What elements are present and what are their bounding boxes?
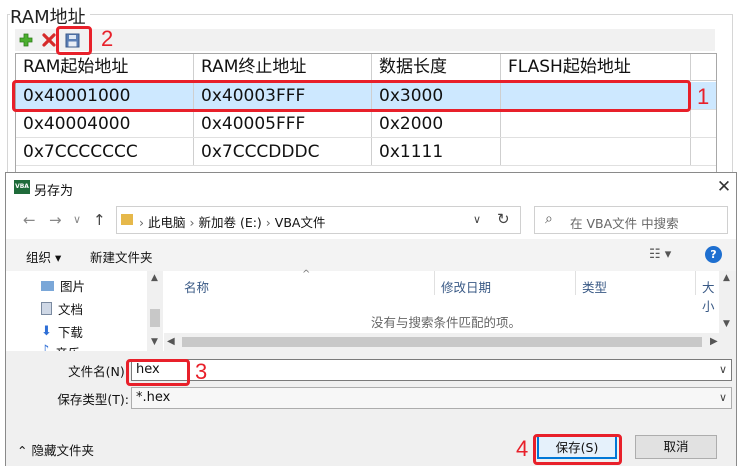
cell-length[interactable]: 0x2000 — [372, 110, 501, 137]
file-list-horizontal-scrollbar[interactable]: ◀ ▶ — [164, 333, 736, 351]
search-icon: ⌕ — [545, 211, 553, 227]
cancel-button[interactable]: 取消 — [635, 435, 717, 459]
navigation-bar: ← → ∨ ↑ › 此电脑 › 新加卷 (E:) › VBA文件 ∨ ↻ ⌕ 在… — [6, 203, 736, 237]
recent-chevron-icon[interactable]: ∨ — [73, 213, 81, 226]
annotation-number-4: 4 — [516, 436, 529, 461]
breadcrumb-item[interactable]: 新加卷 (E:) — [198, 215, 261, 230]
cell-flash-start[interactable] — [501, 110, 691, 137]
tree-item-documents[interactable]: 文档 — [41, 299, 83, 318]
filetype-dropdown-icon[interactable]: ∨ — [719, 391, 727, 404]
column-header-modified[interactable]: 修改日期 — [441, 277, 491, 296]
annotation-number-1: 1 — [697, 84, 710, 109]
annotation-box-1 — [12, 80, 691, 112]
sort-indicator-icon: ^ — [302, 269, 311, 280]
command-bar: 组织 ▾ 新建文件夹 ☷ ▾ ? — [6, 239, 736, 271]
address-dropdown-icon[interactable]: ∨ — [473, 213, 481, 226]
column-header-name[interactable]: 名称 — [184, 277, 209, 296]
filetype-select[interactable]: *.hex ∨ — [131, 387, 732, 409]
refresh-icon[interactable]: ↻ — [497, 210, 510, 228]
back-arrow-icon[interactable]: ← — [23, 211, 36, 229]
annotation-box-2 — [56, 26, 92, 55]
tree-item-pictures[interactable]: 图片 — [41, 276, 85, 295]
table-row[interactable]: 0x40004000 0x40005FFF 0x2000 — [16, 110, 716, 138]
cell-ram-start[interactable]: 0x7CCCCCCC — [16, 138, 194, 165]
column-header-size[interactable]: 大小 — [702, 277, 718, 315]
organize-menu[interactable]: 组织 ▾ — [26, 247, 61, 266]
annotation-number-2: 2 — [101, 26, 114, 51]
navigation-pane: 图片 文档 ⬇ 下载 ♪ 音乐 — [6, 271, 164, 351]
save-form: 文件名(N): hex ∨ 保存类型(T): *.hex ∨ ⌃ 隐藏文件夹 保… — [6, 351, 736, 466]
new-folder-button[interactable]: 新建文件夹 — [90, 247, 153, 266]
column-header-type[interactable]: 类型 — [582, 277, 607, 296]
tree-item-label: 文档 — [58, 302, 84, 317]
table-header-row: RAM起始地址 RAM终止地址 数据长度 FLASH起始地址 — [16, 54, 716, 81]
search-placeholder: 在 VBA文件 中搜索 — [570, 216, 679, 231]
close-icon[interactable]: ✕ — [713, 176, 735, 198]
navigation-scrollbar[interactable]: ▲ ▼ — [147, 271, 163, 351]
help-icon[interactable]: ? — [705, 246, 722, 263]
cell-ram-start[interactable]: 0x40004000 — [16, 110, 194, 137]
filetype-value: *.hex — [136, 390, 171, 405]
table-row[interactable]: 0x7CCCCCCC 0x7CCCDDDC 0x1111 — [16, 138, 716, 166]
ram-toolbar — [15, 29, 715, 51]
tree-item-label: 图片 — [60, 279, 86, 294]
column-header-ram-start[interactable]: RAM起始地址 — [16, 54, 194, 80]
cell-length[interactable]: 0x1111 — [372, 138, 501, 165]
tree-item-label: 下载 — [57, 325, 83, 340]
dialog-title: 另存为 — [34, 184, 74, 199]
empty-folder-message: 没有与搜索条件匹配的项。 — [371, 315, 522, 330]
filename-dropdown-icon[interactable]: ∨ — [719, 363, 727, 376]
tree-item-downloads[interactable]: ⬇ 下载 — [41, 322, 83, 341]
tree-item-music[interactable]: ♪ 音乐 — [41, 343, 80, 351]
music-icon: ♪ — [41, 343, 50, 351]
hide-folders-toggle[interactable]: ⌃ 隐藏文件夹 — [17, 440, 94, 459]
cell-flash-start[interactable] — [501, 138, 691, 165]
view-options-icon[interactable]: ☷ ▾ — [649, 247, 671, 262]
column-header-ram-end[interactable]: RAM终止地址 — [194, 54, 372, 80]
file-list-vertical-scrollbar[interactable]: ▲ ▼ — [719, 271, 736, 333]
add-icon[interactable] — [15, 29, 37, 51]
save-as-dialog: VBA 另存为 ✕ ← → ∨ ↑ › 此电脑 › 新加卷 (E:) › VBA… — [5, 172, 737, 466]
picture-icon — [41, 280, 54, 291]
tree-item-label: 音乐 — [55, 343, 80, 351]
download-icon: ⬇ — [41, 324, 52, 339]
annotation-box-3 — [126, 359, 190, 386]
breadcrumb-item[interactable]: VBA文件 — [275, 215, 326, 230]
chevron-up-icon: ⌃ — [17, 443, 28, 458]
column-header-flash-start[interactable]: FLASH起始地址 — [501, 54, 691, 80]
forward-arrow-icon[interactable]: → — [49, 211, 62, 229]
column-header-length[interactable]: 数据长度 — [372, 54, 501, 80]
ram-address-table: RAM起始地址 RAM终止地址 数据长度 FLASH起始地址 0x4000100… — [15, 53, 717, 181]
document-icon — [41, 302, 52, 315]
annotation-number-3: 3 — [195, 359, 208, 384]
breadcrumb-item[interactable]: 此电脑 — [148, 215, 186, 230]
annotation-box-4 — [533, 434, 622, 465]
search-box[interactable]: ⌕ 在 VBA文件 中搜索 — [534, 206, 728, 234]
filename-label: 文件名(N): — [68, 364, 129, 379]
filename-field[interactable]: hex ∨ — [131, 359, 732, 381]
app-badge-icon: VBA — [14, 180, 30, 194]
filetype-label: 保存类型(T): — [57, 392, 129, 407]
cell-ram-end[interactable]: 0x40005FFF — [194, 110, 372, 137]
breadcrumb[interactable]: › 此电脑 › 新加卷 (E:) › VBA文件 — [139, 212, 325, 231]
hide-folders-label: 隐藏文件夹 — [31, 443, 94, 458]
folder-icon — [121, 214, 133, 225]
up-arrow-icon[interactable]: ↑ — [93, 211, 106, 229]
cell-ram-end[interactable]: 0x7CCCDDDC — [194, 138, 372, 165]
address-bar[interactable]: › 此电脑 › 新加卷 (E:) › VBA文件 ∨ ↻ — [116, 206, 521, 234]
